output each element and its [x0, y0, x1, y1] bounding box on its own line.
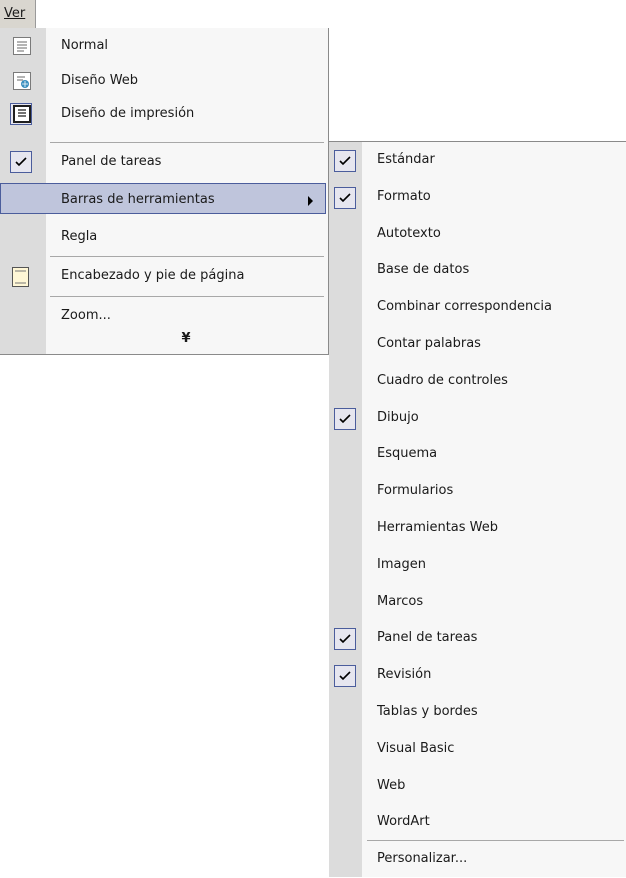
submenu-item-esquema[interactable]: Esquema [329, 437, 626, 473]
submenu-item-herramientas-web[interactable]: Herramientas Web [329, 511, 626, 547]
toolbar-checkbox [334, 665, 356, 688]
submenu-item-imagen[interactable]: Imagen [329, 548, 626, 584]
menu-separator [50, 142, 324, 143]
submenu-item-formato[interactable]: Formato [329, 180, 626, 216]
submenu-item-panel-de-tareas[interactable]: Panel de tareas [329, 621, 626, 657]
toolbar-checkbox [334, 150, 356, 172]
menu-item-ruler[interactable]: Regla [0, 220, 326, 254]
submenu-item-marcos[interactable]: Marcos [329, 585, 626, 621]
submenu-item-label: Combinar correspondencia [377, 299, 552, 315]
menu-item-header-footer[interactable]: Encabezado y pie de página [0, 259, 326, 293]
submenu-item-web[interactable]: Web [329, 769, 626, 805]
checkmark-icon [339, 634, 351, 644]
submenu-item-label: Marcos [377, 593, 424, 609]
checkmark-icon [339, 156, 351, 166]
checkmark-icon [339, 414, 351, 423]
menubar-ver[interactable]: Ver [0, 0, 36, 28]
header-footer-icon [12, 267, 29, 287]
menu-item-zoom-label: Zoom... [61, 308, 111, 323]
submenu-item-label: Tablas y bordes [377, 704, 478, 719]
menu-separator [50, 296, 324, 297]
menu-item-task-pane[interactable]: Panel de tareas [0, 145, 326, 179]
submenu-item-label: Cuadro de controles [377, 372, 508, 388]
submenu-item-visual-basic[interactable]: Visual Basic [329, 732, 626, 768]
submenu-item-label: Web [377, 777, 406, 793]
submenu-item-wordart[interactable]: WordArt [329, 805, 626, 841]
print-layout-icon [13, 105, 31, 123]
checkmark-icon [339, 193, 351, 202]
submenu-item-label: Dibujo [377, 409, 419, 425]
submenu-item-dibujo[interactable]: Dibujo [329, 401, 626, 437]
submenu-item-label: Imagen [377, 556, 426, 572]
menu-item-toolbars[interactable]: Barras de herramientas [0, 183, 326, 214]
submenu-item-autotexto[interactable]: Autotexto [329, 217, 626, 253]
menu-item-normal[interactable]: Normal [0, 29, 326, 63]
menu-item-zoom[interactable]: Zoom... [0, 299, 326, 333]
toolbar-checkbox [334, 628, 356, 651]
submenu-item-label: Visual Basic [377, 740, 455, 756]
submenu-item-label: WordArt [377, 814, 430, 830]
toolbar-checkbox [334, 407, 356, 430]
menubar-ver-label: Ver [4, 6, 26, 21]
menu-item-ruler-label: Regla [61, 229, 98, 244]
submenu-item-contar-palabras[interactable]: Contar palabras [329, 327, 626, 363]
menu-item-print-layout[interactable]: Diseño de impresión [0, 97, 326, 131]
submenu-item-label: Personalizar... [377, 851, 468, 867]
submenu-item-label: Formularios [377, 483, 454, 499]
menu-item-print-layout-label: Diseño de impresión [61, 106, 195, 121]
submenu-item-personalizar[interactable]: Personalizar... [329, 842, 626, 878]
submenu-item-label: Panel de tareas [377, 630, 478, 646]
submenu-item-label: Formato [377, 188, 431, 204]
menu-item-toolbars-label: Barras de herramientas [61, 192, 215, 207]
submenu-item-base-de-datos[interactable]: Base de datos [329, 253, 626, 289]
menu-item-normal-label: Normal [61, 38, 109, 53]
submenu-item-tablas-y-bordes[interactable]: Tablas y bordes [329, 695, 626, 731]
checkmark-icon [339, 671, 351, 681]
submenu-item-formularios[interactable]: Formularios [329, 474, 626, 510]
submenu-item-label: Estándar [377, 152, 435, 167]
expand-menu-chevron-icon[interactable]: ¥ [176, 331, 196, 349]
menu-item-web-layout[interactable]: Diseño Web [0, 64, 326, 98]
task-pane-checkbox [10, 151, 32, 173]
menu-item-header-footer-label: Encabezado y pie de página [61, 268, 245, 283]
submenu-item-cuadro-de-controles[interactable]: Cuadro de controles [329, 364, 626, 400]
menu-separator [50, 256, 324, 257]
submenu-item-label: Base de datos [377, 262, 470, 278]
checkmark-icon [15, 157, 27, 167]
submenu-item-label: Herramientas Web [377, 520, 499, 535]
submenu-item-label: Esquema [377, 446, 438, 462]
submenu-item-label: Contar palabras [377, 336, 481, 351]
normal-view-icon [13, 37, 31, 55]
toolbars-submenu: Estándar Formato Autotexto Base de datos Com… [329, 141, 626, 877]
menu-item-web-layout-label: Diseño Web [61, 73, 139, 88]
web-layout-icon [13, 72, 31, 90]
submenu-item-label: Autotexto [377, 225, 441, 241]
submenu-arrow-icon [308, 196, 313, 206]
menu-item-task-pane-label: Panel de tareas [61, 154, 162, 169]
view-menu: Normal Diseño Web Diseño de impresión Pa… [0, 28, 329, 355]
submenu-item-estandar[interactable]: Estándar [329, 143, 626, 179]
submenu-item-label: Revisión [377, 667, 432, 683]
submenu-separator [367, 840, 624, 842]
toolbar-checkbox [334, 186, 356, 209]
submenu-item-combinar-correspondencia[interactable]: Combinar correspondencia [329, 290, 626, 326]
submenu-item-revision[interactable]: Revisión [329, 658, 626, 694]
